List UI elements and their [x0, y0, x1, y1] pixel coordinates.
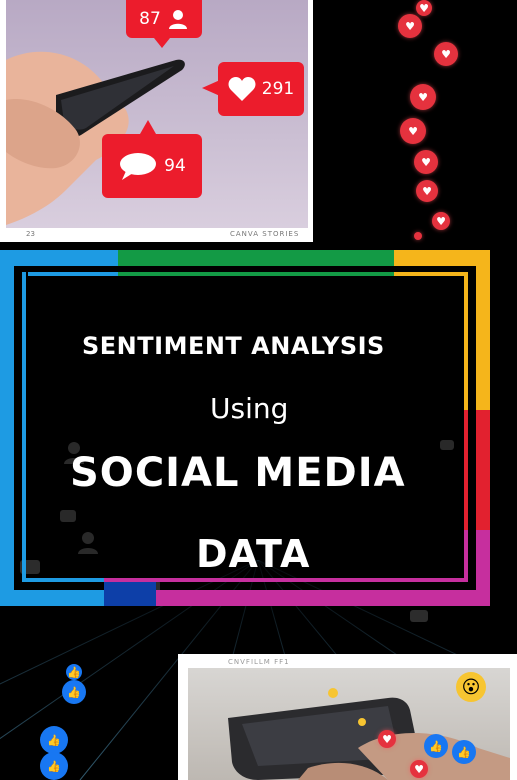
title-using: Using: [210, 392, 289, 425]
emoji-icon: [358, 718, 366, 726]
frame-right-inner-magenta: [464, 530, 468, 582]
title-data: DATA: [196, 532, 311, 576]
frame-inner-top-yellow: [394, 272, 468, 276]
photo-caption-brand: CNVFILLM FF1: [228, 658, 290, 666]
frame-right-inner-red: [464, 410, 468, 530]
followers-count: 87: [139, 9, 161, 29]
person-icon: [168, 10, 187, 29]
heart-icon: [228, 77, 256, 101]
photo-phone-reactions: CNVFILLM FF1 😮 ♥ ♥ 👍 👍: [178, 654, 517, 780]
frame-inner-top-green: [118, 272, 394, 276]
frame-right-yellow: [476, 250, 490, 410]
frame-right-red: [476, 410, 490, 530]
thumbs-up-icon: 👍: [424, 734, 448, 758]
bubble-tail: [140, 120, 156, 134]
heart-icon: ♥: [432, 212, 450, 230]
likes-count: 291: [261, 79, 295, 99]
heart-icon: ♥: [378, 730, 396, 748]
comment-icon: [120, 153, 157, 180]
photo-scene: 😮 ♥ ♥ 👍 👍: [188, 668, 510, 780]
followers-notification: 87: [126, 0, 202, 38]
title-sentiment-analysis: SENTIMENT ANALYSIS: [82, 332, 385, 360]
frame-top-green: [118, 250, 394, 266]
frame-bottom-navy: [104, 580, 156, 606]
heart-icon: [414, 232, 422, 240]
heart-icon: ♥: [400, 118, 426, 144]
photo-scene: 87 291 94: [6, 0, 308, 228]
bubble-tail: [154, 38, 170, 48]
thumbs-up-icon: 👍: [62, 680, 86, 704]
frame-right-inner-yellow: [464, 272, 468, 412]
photo-phone-notifications: 87 291 94 23 CANVA STORIES: [0, 0, 313, 242]
thumbs-up-icon: 👍: [452, 740, 476, 764]
frame-bottom-magenta: [156, 590, 490, 606]
frame-bottom-blue: [0, 590, 104, 606]
heart-icon: ♥: [398, 14, 422, 38]
heart-icon: ♥: [416, 0, 432, 16]
heart-icon: ♥: [416, 180, 438, 202]
heart-icon: ♥: [410, 760, 428, 778]
photo-caption-brand: CANVA STORIES: [230, 230, 300, 238]
frame-left-outer: [0, 250, 14, 606]
thumbs-up-icon: 👍: [66, 664, 82, 680]
thumbs-up-icon: 👍: [40, 752, 68, 780]
heart-icon: ♥: [414, 150, 438, 174]
heart-icon: ♥: [434, 42, 458, 66]
comments-notification: 94: [102, 134, 202, 198]
title-social-media: SOCIAL MEDIA: [70, 450, 406, 496]
bubble-tail: [202, 80, 220, 96]
comments-count: 94: [164, 156, 186, 176]
frame-left-inner: [22, 272, 26, 582]
emoji-icon: [328, 688, 338, 698]
photo-caption-page: 23: [26, 230, 35, 238]
emoji-icon: 😮: [456, 672, 486, 702]
likes-notification: 291: [218, 62, 304, 116]
frame-top-blue: [0, 250, 118, 266]
frame-inner-bottom-blue: [22, 578, 104, 582]
heart-icon: ♥: [410, 84, 436, 110]
thumbs-up-icon: 👍: [40, 726, 68, 754]
